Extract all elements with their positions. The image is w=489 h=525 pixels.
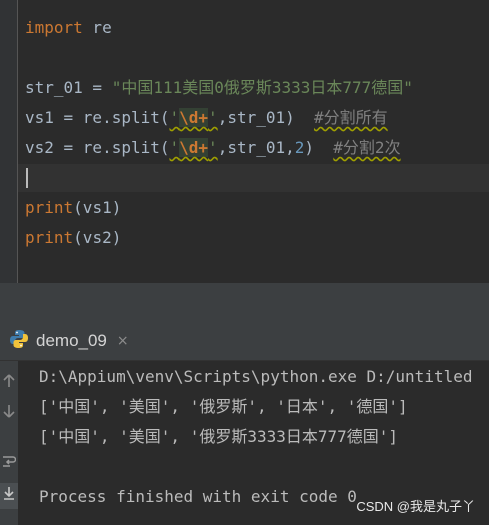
python-icon (8, 328, 30, 354)
console-line-5: Process finished with exit code 0 (39, 487, 357, 506)
code-line-8: print(vs2) (25, 228, 122, 247)
up-arrow-icon[interactable] (0, 371, 18, 397)
current-line-highlight (18, 164, 489, 192)
run-tab-bar: demo_09 × (0, 322, 489, 361)
watermark: CSDN @我是丸子丫 (356, 499, 475, 514)
panel-separator (0, 283, 489, 322)
code-line-1: import re (25, 18, 112, 37)
scroll-to-end-icon[interactable] (0, 483, 18, 509)
code-editor[interactable]: import re str_01 = "中国111美国0俄罗斯3333日本777… (0, 0, 489, 283)
code-line-5: vs2 = re.split('\d+',str_01,2) #分割2次 (25, 138, 401, 157)
soft-wrap-icon[interactable] (0, 451, 18, 477)
close-icon[interactable]: × (117, 333, 129, 349)
text-caret (26, 168, 28, 188)
run-tab-demo-09[interactable]: demo_09 × (8, 326, 129, 356)
code-line-3: str_01 = "中国111美国0俄罗斯3333日本777德国" (25, 78, 413, 97)
run-tab-label: demo_09 (36, 331, 107, 350)
console-line-3: ['中国', '美国', '俄罗斯3333日本777德国'] (39, 427, 399, 446)
run-side-toolbar (0, 361, 18, 525)
down-arrow-icon[interactable] (0, 401, 18, 427)
editor-gutter (0, 0, 18, 283)
code-line-4: vs1 = re.split('\d+',str_01) #分割所有 (25, 108, 388, 127)
console-line-2: ['中国', '美国', '俄罗斯', '日本', '德国'] (39, 397, 408, 416)
console-line-1: D:\Appium\venv\Scripts\python.exe D:/unt… (39, 367, 473, 386)
code-line-7: print(vs1) (25, 198, 122, 217)
